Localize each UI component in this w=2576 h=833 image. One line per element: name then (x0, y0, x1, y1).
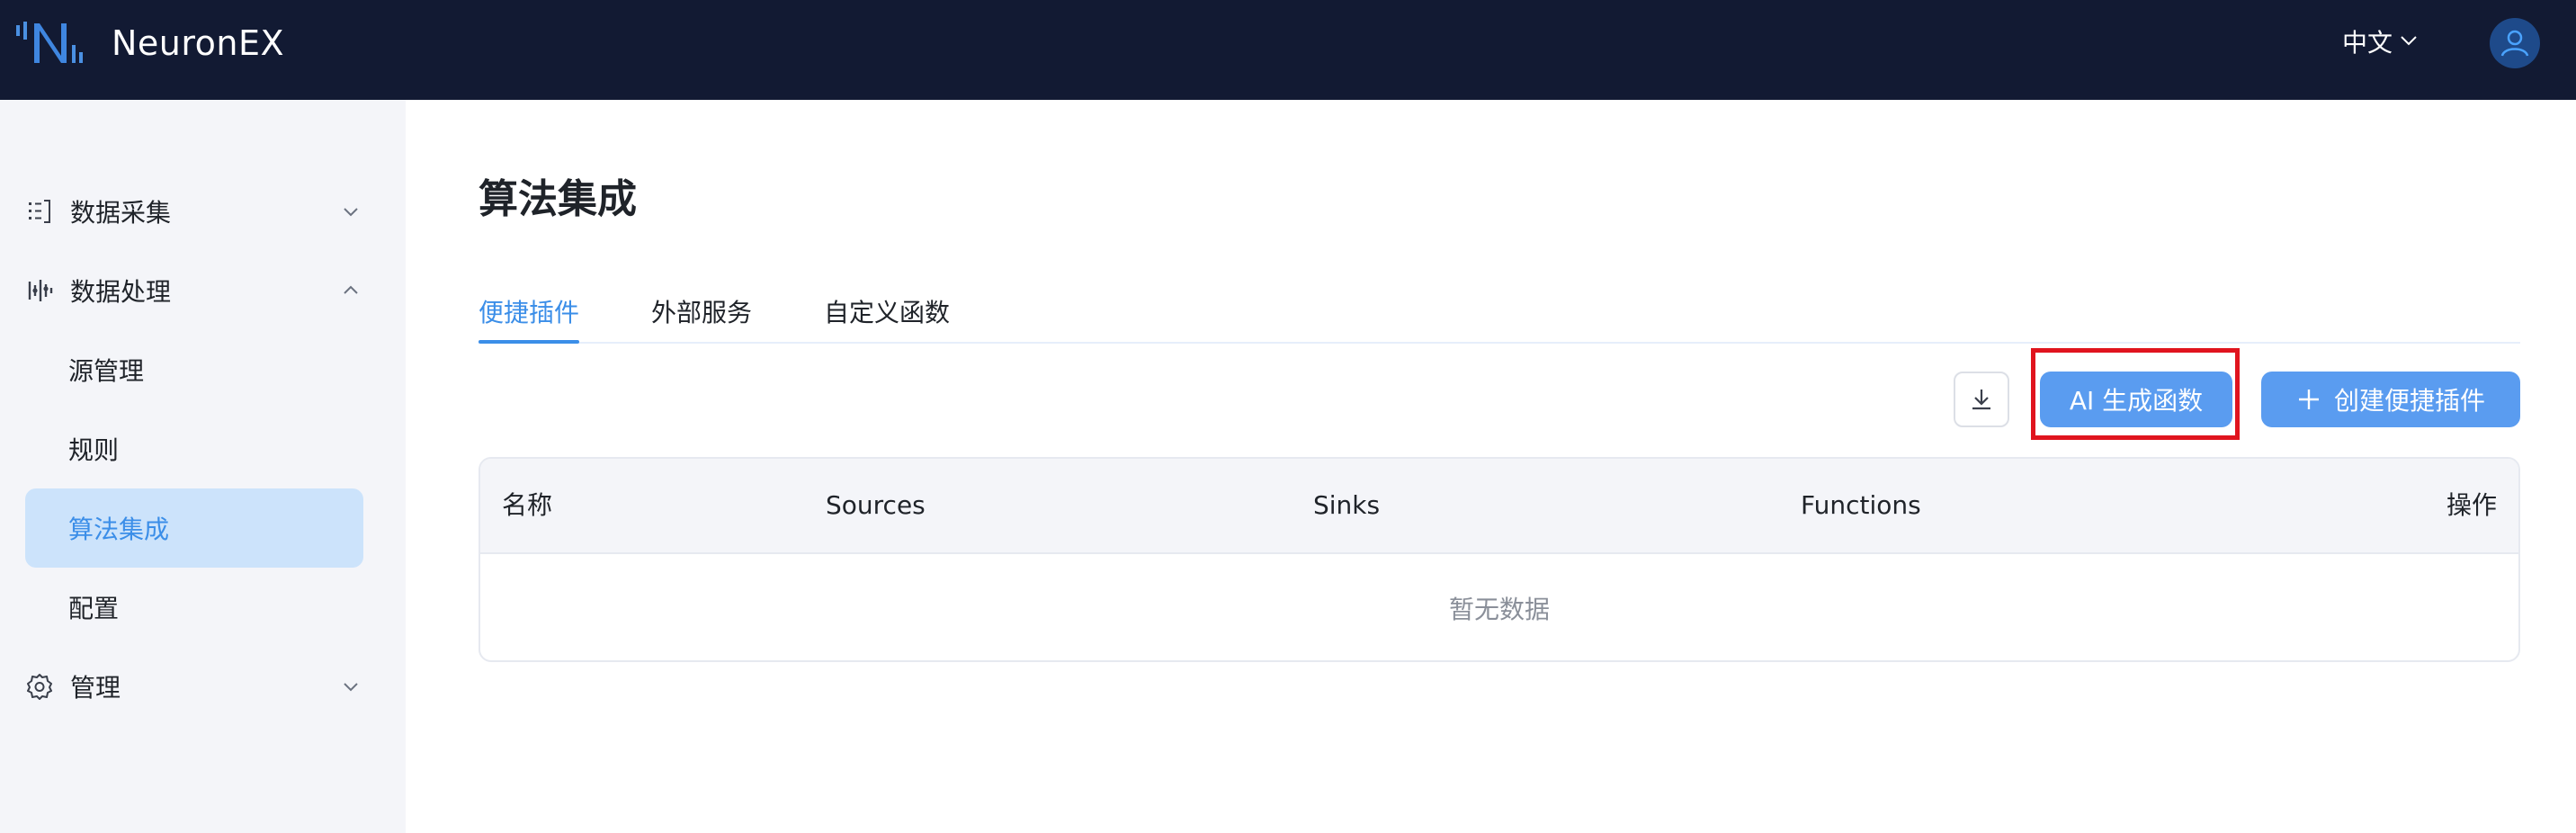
button-label: 创建便捷插件 (2333, 386, 2485, 416)
sidebar-item-rules[interactable]: 规则 (25, 409, 363, 488)
chevron-down-icon (340, 676, 362, 697)
data-collection-icon (25, 197, 54, 226)
column-header-sinks: Sinks (1313, 490, 1381, 520)
tab-active-indicator (479, 340, 579, 344)
sidebar-item-algorithm-integration[interactable]: 算法集成 (25, 488, 363, 568)
plugins-table: 名称 Sources Sinks Functions 操作 暂无数据 (479, 457, 2520, 662)
table-header: 名称 Sources Sinks Functions 操作 (480, 459, 2518, 554)
column-header-functions: Functions (1801, 490, 1921, 520)
create-plugin-button[interactable]: 创建便捷插件 (2261, 372, 2520, 427)
brand-name: NeuronEX (112, 23, 285, 63)
chevron-down-icon (2398, 22, 2419, 65)
tab-external-services[interactable]: 外部服务 (651, 293, 752, 333)
column-header-sources: Sources (826, 490, 926, 520)
language-switcher[interactable]: 中文 (2342, 22, 2419, 65)
sidebar: 数据采集 数据处理 源管理 规则 算法集成 配置 管理 (0, 100, 406, 833)
tab-convenience-plugins[interactable]: 便捷插件 (479, 293, 579, 333)
sidebar-item-label: 算法集成 (68, 515, 170, 544)
sidebar-item-data-processing[interactable]: 数据处理 (25, 251, 363, 330)
language-label: 中文 (2342, 28, 2393, 58)
user-icon (2500, 30, 2529, 57)
top-bar: NeuronEX 中文 (0, 0, 2576, 100)
tab-bar: 便捷插件 外部服务 自定义函数 (479, 284, 2520, 344)
plus-icon (2298, 390, 2319, 409)
sidebar-item-configuration[interactable]: 配置 (25, 568, 363, 647)
download-button[interactable] (1954, 372, 2009, 427)
sidebar-item-label: 源管理 (68, 356, 145, 386)
tab-custom-functions[interactable]: 自定义函数 (824, 293, 950, 333)
sidebar-item-label: 数据采集 (70, 198, 172, 228)
sidebar-item-label: 规则 (68, 435, 120, 465)
ai-generate-function-button[interactable]: AI 生成函数 (2040, 372, 2232, 427)
download-icon (1972, 390, 1990, 410)
chevron-up-icon (340, 280, 362, 301)
user-avatar[interactable] (2490, 18, 2540, 68)
tab-divider (479, 342, 2520, 344)
sidebar-item-label: 管理 (70, 673, 121, 703)
column-header-name: 名称 (502, 490, 553, 520)
sidebar-item-label: 数据处理 (70, 277, 172, 307)
gear-icon (25, 672, 54, 701)
page-title: 算法集成 (479, 176, 637, 222)
chevron-down-icon (340, 201, 362, 222)
column-header-actions: 操作 (2446, 490, 2497, 520)
sidebar-item-management[interactable]: 管理 (25, 647, 363, 726)
sidebar-item-source-management[interactable]: 源管理 (25, 330, 363, 409)
data-processing-icon (25, 276, 54, 305)
button-label: AI 生成函数 (2069, 386, 2204, 416)
sidebar-item-label: 配置 (68, 594, 120, 623)
neuronex-logo-icon (16, 20, 97, 67)
sidebar-item-data-collection[interactable]: 数据采集 (25, 172, 363, 251)
empty-state-text: 暂无数据 (1448, 595, 1550, 624)
